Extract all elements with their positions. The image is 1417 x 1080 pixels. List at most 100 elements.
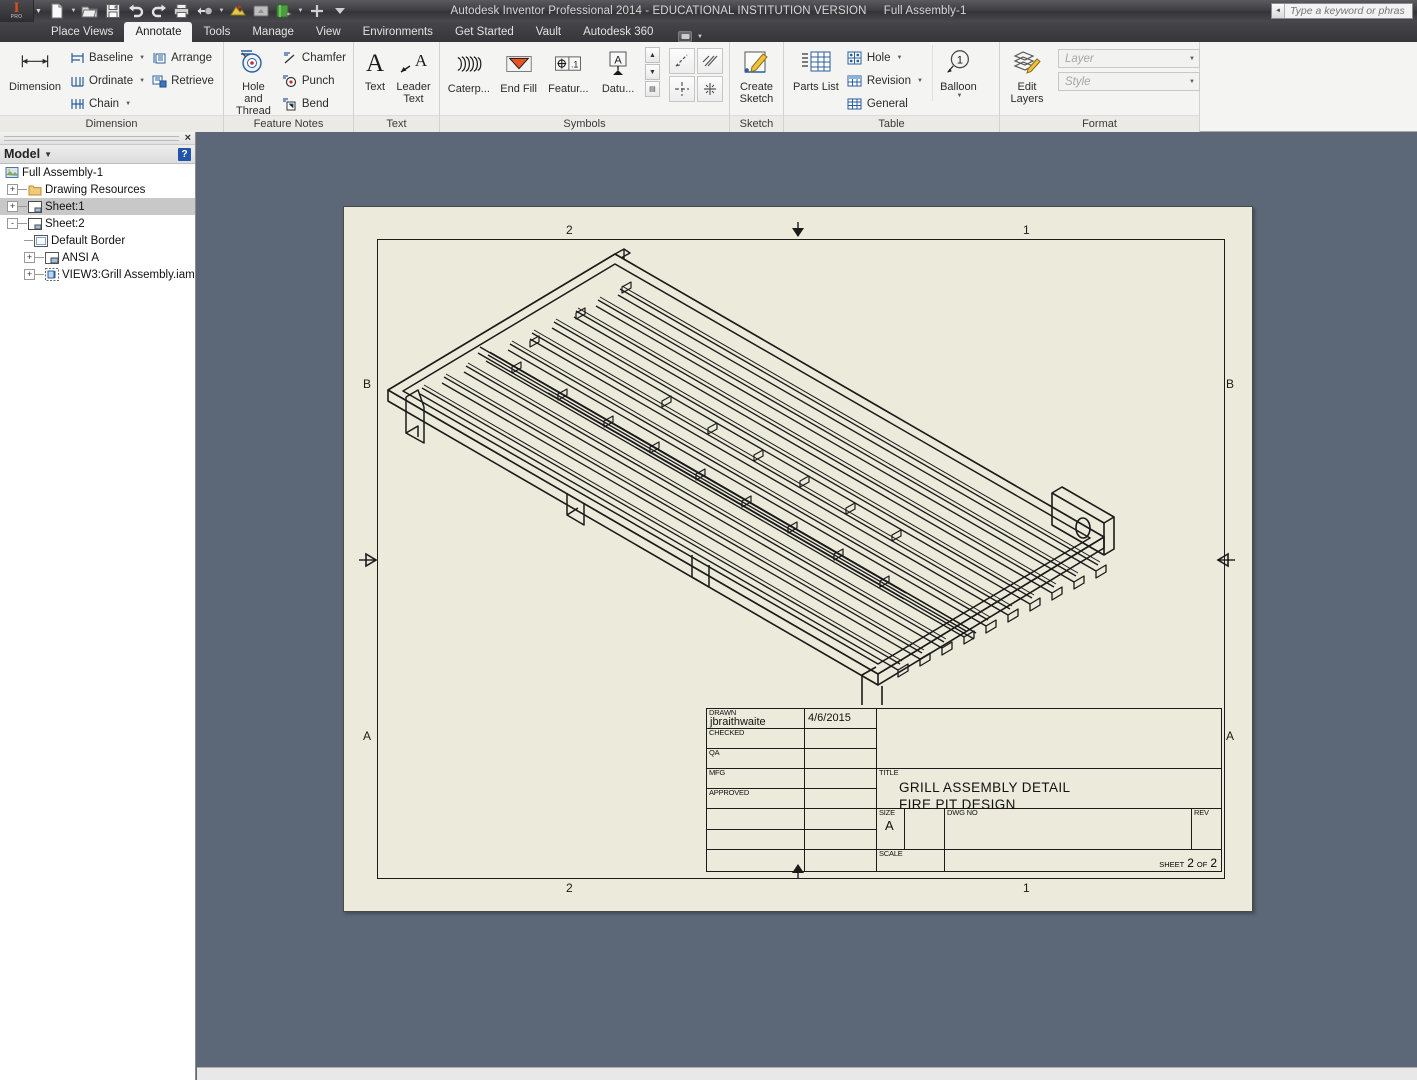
tree-item-drawing-resources[interactable]: + Drawing Resources [0, 181, 195, 198]
undo-icon[interactable] [125, 1, 147, 21]
leader-text-button[interactable]: A Leader Text [392, 45, 435, 107]
return-icon[interactable] [194, 1, 216, 21]
chevron-down-icon[interactable]: ▼ [217, 8, 226, 14]
chevron-down-icon[interactable]: ▼ [917, 78, 923, 84]
titleblock-cell-blank-5[interactable] [706, 849, 805, 872]
chevron-down-icon[interactable]: ▼ [125, 101, 131, 107]
search-box[interactable]: ◄ [1271, 3, 1413, 19]
titleblock-cell-drawn-date[interactable]: 4/6/2015 [804, 708, 877, 729]
grill-assembly-isometric-view[interactable] [362, 225, 1152, 705]
chevron-down-icon[interactable]: ▼ [139, 55, 145, 61]
chevron-down-icon[interactable]: ▼ [956, 93, 962, 99]
save-icon[interactable] [102, 1, 124, 21]
title-block[interactable]: DRAWN jbraithwaite 4/6/2015 CHECKED QA M… [706, 708, 1222, 872]
tree-item-sheet-1[interactable]: + Sheet:1 [0, 198, 195, 215]
titleblock-cell-mfg-date[interactable] [804, 768, 877, 789]
chevron-down-icon[interactable]: ▼ [139, 78, 145, 84]
text-button[interactable]: A Text [358, 45, 392, 95]
balloon-button[interactable]: 1 Balloon ▼ [931, 45, 984, 101]
titleblock-cell-qa[interactable]: QA [706, 748, 805, 769]
tab-manage[interactable]: Manage [241, 22, 305, 42]
caterpillar-button[interactable]: Caterp... [444, 45, 494, 95]
retrieve-button[interactable]: Retrieve [148, 69, 217, 92]
titleblock-cell-blank-4[interactable] [804, 829, 877, 850]
titleblock-cell-blank-2[interactable] [804, 808, 877, 830]
centerline-pattern-icon[interactable] [696, 76, 723, 102]
scroll-up-button[interactable]: ▲ [644, 47, 660, 63]
tree-item-full-assembly[interactable]: Full Assembly-1 [0, 164, 195, 181]
style-combo[interactable]: Style ▼ [1058, 72, 1200, 91]
chevron-down-icon[interactable]: ▼ [44, 150, 52, 159]
titleblock-cell-blank-3[interactable] [706, 829, 805, 850]
tree-item-default-border[interactable]: Default Border [0, 232, 195, 249]
search-dropdown-icon[interactable]: ◄ [1272, 4, 1285, 18]
titleblock-cell-sheet[interactable]: SHEET 2 OF 2 [944, 849, 1222, 872]
titleblock-cell-size[interactable]: SIZE A [876, 808, 905, 850]
overflow-icon[interactable] [329, 1, 351, 21]
expander-icon[interactable]: + [24, 269, 35, 280]
bend-button[interactable]: Bend [279, 92, 349, 115]
expander-icon[interactable]: + [24, 252, 35, 263]
search-input[interactable] [1285, 5, 1405, 17]
dimension-button[interactable]: Dimension [4, 45, 66, 95]
application-menu-button[interactable]: I PRO [0, 0, 34, 22]
titleblock-cell-blank-6[interactable] [804, 849, 877, 872]
titleblock-cell-rev[interactable]: REV [1191, 808, 1222, 850]
chevron-down-icon[interactable]: ▼ [1189, 56, 1195, 62]
tab-vault[interactable]: Vault [525, 22, 572, 42]
scroll-down-button[interactable]: ▼ [644, 64, 660, 80]
titleblock-cell-title[interactable]: TITLE GRILL ASSEMBLY DETAIL FIRE PIT DES… [876, 768, 1222, 812]
plus-icon[interactable] [306, 1, 328, 21]
select-icon[interactable] [250, 1, 272, 21]
arrange-button[interactable]: Arrange [148, 46, 217, 69]
expander-icon[interactable]: + [7, 201, 18, 212]
chevron-down-icon[interactable]: ▼ [296, 8, 305, 14]
new-icon[interactable] [46, 1, 68, 21]
update-icon[interactable] [227, 1, 249, 21]
chain-button[interactable]: Chain ▼ [66, 92, 148, 115]
drawing-canvas[interactable]: 2 1 2 1 B A B A DRAWN jbraithwaite 4/6/2… [197, 132, 1417, 1067]
general-table-button[interactable]: General [844, 92, 926, 115]
weld-symbol-icon[interactable] [696, 48, 723, 74]
ribbon-minimize-icon[interactable] [678, 31, 693, 42]
tab-tools[interactable]: Tools [192, 22, 241, 42]
chevron-down-icon[interactable]: ▼ [1189, 79, 1195, 85]
edit-layers-button[interactable]: Edit Layers [1004, 45, 1050, 107]
tab-view[interactable]: View [305, 22, 352, 42]
help-icon[interactable]: ? [178, 147, 191, 161]
datum-identifier-button[interactable]: A Datu... [593, 45, 643, 95]
tab-annotate[interactable]: Annotate [124, 22, 193, 42]
baseline-button[interactable]: Baseline ▼ [66, 46, 148, 69]
browser-drag-grip[interactable]: × [0, 132, 195, 145]
tab-autodesk-360[interactable]: Autodesk 360 [572, 22, 664, 42]
chevron-down-icon[interactable]: ▼ [695, 34, 704, 40]
center-mark-icon[interactable] [668, 76, 695, 102]
material-icon[interactable] [273, 1, 295, 21]
chevron-down-icon[interactable]: ▼ [35, 8, 42, 15]
titleblock-cell-approved-date[interactable] [804, 788, 877, 809]
print-icon[interactable] [171, 1, 193, 21]
open-icon[interactable] [79, 1, 101, 21]
titleblock-cell-approved[interactable]: APPROVED [706, 788, 805, 809]
tab-environments[interactable]: Environments [352, 22, 444, 42]
titleblock-cell-size-extra[interactable] [904, 808, 945, 850]
expand-gallery-button[interactable]: ▤ [644, 81, 660, 97]
surface-texture-icon[interactable] [668, 48, 695, 74]
horizontal-scrollbar[interactable] [197, 1067, 1417, 1080]
redo-icon[interactable] [148, 1, 170, 21]
close-icon[interactable]: × [185, 133, 191, 144]
titleblock-cell-checked[interactable]: CHECKED [706, 728, 805, 749]
expander-icon[interactable]: + [7, 184, 18, 195]
tree-item-ansi-a[interactable]: + ANSI A [0, 249, 195, 266]
parts-list-button[interactable]: Parts List [788, 45, 844, 95]
create-sketch-button[interactable]: Create Sketch [734, 45, 779, 107]
chevron-down-icon[interactable]: ▼ [897, 55, 903, 61]
revision-table-button[interactable]: Revision ▼ [844, 69, 926, 92]
layer-combo[interactable]: Layer ▼ [1058, 49, 1200, 68]
titleblock-cell-logo-area[interactable] [876, 708, 1222, 769]
end-fill-button[interactable]: End Fill [494, 45, 544, 95]
titleblock-cell-drawn[interactable]: DRAWN jbraithwaite [706, 708, 805, 729]
feature-control-frame-button[interactable]: .1 Featur... [543, 45, 593, 95]
chevron-down-icon[interactable]: ▼ [69, 8, 78, 14]
ordinate-button[interactable]: Ordinate ▼ [66, 69, 148, 92]
